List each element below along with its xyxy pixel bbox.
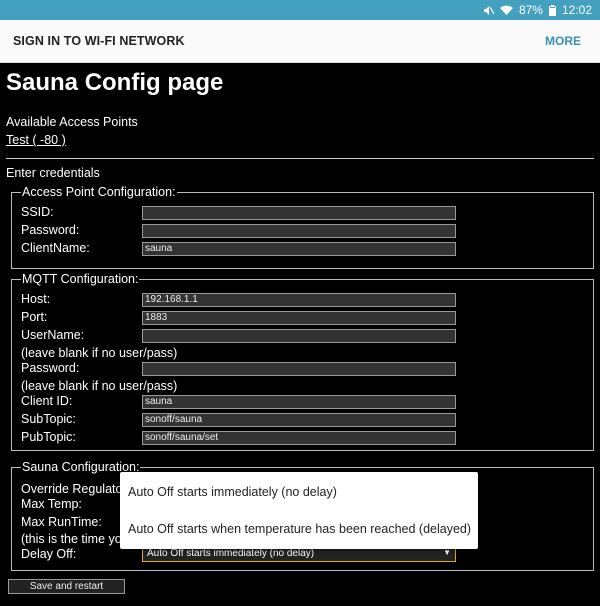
host-label: Host: <box>21 292 51 306</box>
port-label: Port: <box>21 310 48 324</box>
divider <box>6 158 594 159</box>
enter-credentials-label: Enter credentials <box>6 166 100 180</box>
port-input[interactable]: 1883 <box>142 311 456 325</box>
username-note: (leave blank if no user/pass) <box>21 346 178 360</box>
mute-icon <box>483 5 494 16</box>
mqtt-password-input[interactable] <box>142 362 456 376</box>
ssid-label: SSID: <box>21 205 54 219</box>
delay-off-selected: Auto Off starts immediately (no delay) <box>147 548 315 559</box>
username-input[interactable] <box>142 329 456 343</box>
max-runtime-label: Max RunTime: <box>21 515 102 529</box>
more-button[interactable]: MORE <box>545 34 581 48</box>
delay-off-label: Delay Off: <box>21 547 77 561</box>
dropdown-option-immediate[interactable]: Auto Off starts immediately (no delay) <box>128 485 337 499</box>
dropdown-arrow-icon: ▼ <box>443 548 451 557</box>
pubtopic-label: PubTopic: <box>21 430 76 444</box>
subtopic-label: SubTopic: <box>21 412 76 426</box>
access-point-link[interactable]: Test ( -80 ) <box>6 133 66 147</box>
mqtt-password-label: Password: <box>21 361 80 375</box>
battery-level: 87% <box>518 3 543 17</box>
status-bar: 87% 12:02 <box>0 0 600 20</box>
dropdown-option-delayed[interactable]: Auto Off starts when temperature has bee… <box>128 522 471 536</box>
username-label: UserName: <box>21 328 85 342</box>
clientname-label: ClientName: <box>21 241 90 255</box>
host-input[interactable]: 192.168.1.1 <box>142 293 456 307</box>
pubtopic-input[interactable]: sonoff/sauna/set <box>142 431 456 445</box>
mqtt-config-legend: MQTT Configuration: <box>21 272 140 286</box>
ap-password-input[interactable] <box>142 224 456 238</box>
clock: 12:02 <box>561 3 592 17</box>
app-bar: SIGN IN TO WI-FI NETWORK MORE <box>0 20 600 63</box>
ap-config-legend: Access Point Configuration: <box>21 185 177 199</box>
ap-password-label: Password: <box>21 223 80 237</box>
page-title: Sauna Config page <box>6 69 224 96</box>
save-and-restart-button[interactable]: Save and restart <box>8 579 125 594</box>
subtopic-input[interactable]: sonoff/sauna <box>142 413 456 427</box>
clientid-input[interactable]: sauna <box>142 395 456 409</box>
app-bar-title: SIGN IN TO WI-FI NETWORK <box>13 34 185 48</box>
ssid-input[interactable] <box>142 206 456 220</box>
password-note: (leave blank if no user/pass) <box>21 379 178 393</box>
max-temp-label: Max Temp: <box>21 497 82 511</box>
runtime-note: (this is the time yo <box>21 532 122 546</box>
delay-off-dropdown: Auto Off starts immediately (no delay) A… <box>120 472 478 549</box>
available-ap-label: Available Access Points <box>6 115 138 129</box>
override-regulator-label: Override Regulato <box>21 482 123 496</box>
config-page: Sauna Config page Available Access Point… <box>0 63 600 606</box>
clientname-input[interactable]: sauna <box>142 242 456 256</box>
battery-icon <box>548 4 556 16</box>
wifi-icon <box>499 5 513 15</box>
clientid-label: Client ID: <box>21 394 73 408</box>
